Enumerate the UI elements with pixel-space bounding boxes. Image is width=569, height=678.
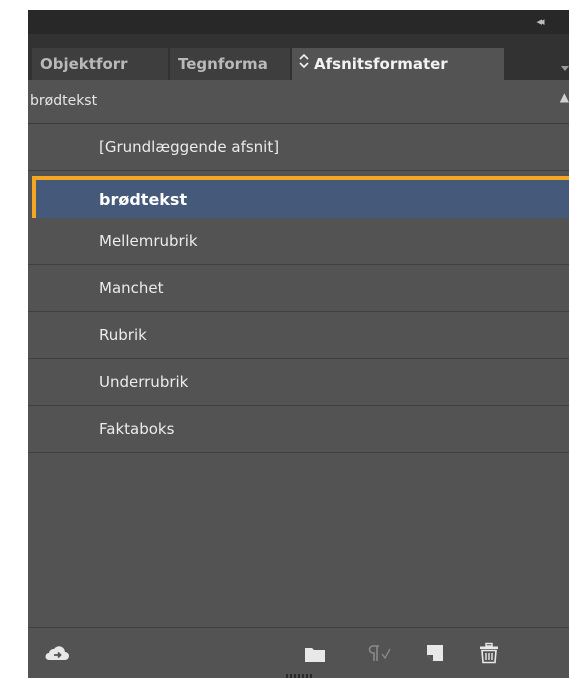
panel-menu-button[interactable] xyxy=(555,60,569,76)
panel-tab-bar: Objektforr Tegnforma Afsnitsformater xyxy=(28,34,569,80)
style-label: Underrubrik xyxy=(99,373,189,391)
resize-grip[interactable] xyxy=(286,674,312,678)
current-style-label: brødtekst xyxy=(30,93,98,109)
list-item-selected[interactable]: brødtekst xyxy=(32,176,569,223)
tab-label: Tegnforma xyxy=(178,55,268,73)
list-item[interactable]: [Grundlæggende afsnit] xyxy=(28,124,569,171)
list-item[interactable]: Underrubrik xyxy=(28,359,569,406)
cloud-library-icon[interactable] xyxy=(44,642,70,664)
style-label: Faktaboks xyxy=(99,420,175,438)
new-folder-icon[interactable] xyxy=(304,642,326,664)
style-label: Mellemrubrik xyxy=(99,232,198,250)
tab-label: Objektforr xyxy=(40,55,128,73)
style-label: [Grundlæggende afsnit] xyxy=(99,138,280,156)
tab-paragraph-styles[interactable]: Afsnitsformater xyxy=(292,48,504,80)
chevron-up-icon[interactable]: ▲ xyxy=(560,90,569,104)
panel-menu-icon xyxy=(561,66,569,71)
double-chevron-left-icon: ◂◂ xyxy=(536,15,544,28)
current-style-bar: brødtekst ▲ xyxy=(28,80,569,124)
list-item[interactable]: Manchet xyxy=(28,265,569,312)
style-label: Manchet xyxy=(99,279,164,297)
panel-title-bar: ◂◂ xyxy=(28,10,569,34)
paragraph-styles-panel: ◂◂ Objektforr Tegnforma Afsnitsformater … xyxy=(28,10,569,678)
new-style-icon[interactable] xyxy=(424,642,446,664)
list-item[interactable]: Rubrik xyxy=(28,312,569,359)
list-item[interactable]: Faktaboks xyxy=(28,406,569,453)
tab-label: Afsnitsformater xyxy=(314,55,448,73)
style-label: brødtekst xyxy=(99,190,188,209)
sort-arrows-icon xyxy=(298,48,312,80)
panel-bottom-toolbar xyxy=(28,627,569,678)
clear-overrides-icon[interactable] xyxy=(364,642,392,664)
style-label: Rubrik xyxy=(99,326,147,344)
tab-object-styles[interactable]: Objektforr xyxy=(32,48,168,80)
list-item[interactable]: Mellemrubrik xyxy=(28,218,569,265)
tab-character-styles[interactable]: Tegnforma xyxy=(170,48,290,80)
style-list: [Grundlæggende afsnit] brødtekst Mellemr… xyxy=(28,124,569,456)
collapse-panel-button[interactable]: ◂◂ xyxy=(528,14,550,30)
trash-icon[interactable] xyxy=(478,642,500,664)
